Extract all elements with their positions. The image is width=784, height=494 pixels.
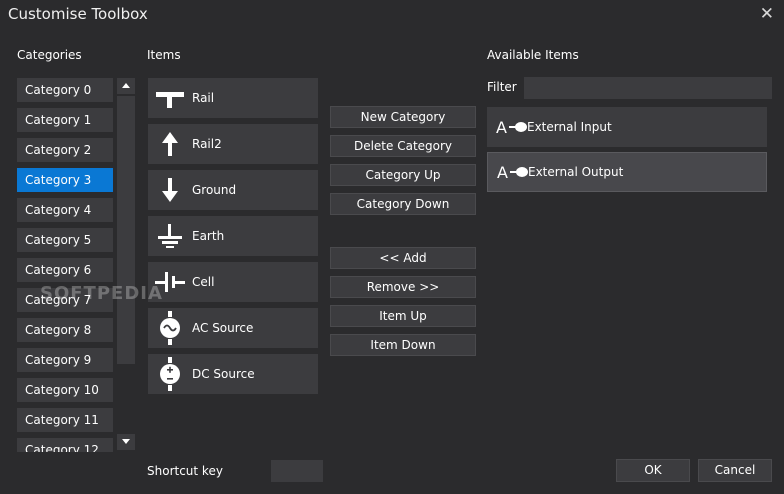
- category-item-3[interactable]: Category 3: [17, 168, 113, 192]
- category-up-button[interactable]: Category Up: [330, 164, 476, 186]
- category-down-button[interactable]: Category Down: [330, 193, 476, 215]
- available-item-external-input[interactable]: A External Input: [487, 107, 767, 147]
- cell-icon: [148, 262, 192, 302]
- item-tile-cell[interactable]: Cell: [148, 262, 318, 302]
- categories-list[interactable]: Category 0 Category 1 Category 2 Categor…: [17, 78, 113, 452]
- category-item-8[interactable]: Category 8: [17, 318, 113, 342]
- earth-icon: [148, 216, 192, 256]
- categories-scrollbar[interactable]: [117, 78, 135, 452]
- triangle-up-icon: [122, 83, 130, 88]
- category-item-9[interactable]: Category 9: [17, 348, 113, 372]
- category-item-2[interactable]: Category 2: [17, 138, 113, 162]
- category-item-12[interactable]: Category 12: [17, 438, 113, 452]
- item-label: Earth: [192, 229, 225, 243]
- shortcut-key-label: Shortcut key: [147, 464, 223, 478]
- item-label: DC Source: [192, 367, 255, 381]
- dc-source-icon: [148, 354, 192, 394]
- category-item-1[interactable]: Category 1: [17, 108, 113, 132]
- item-tile-ac-source[interactable]: AC Source: [148, 308, 318, 348]
- category-item-0[interactable]: Category 0: [17, 78, 113, 102]
- category-item-7[interactable]: Category 7: [17, 288, 113, 312]
- arrow-down-icon: [148, 170, 192, 210]
- item-label: Cell: [192, 275, 215, 289]
- item-tile-rail2[interactable]: Rail2: [148, 124, 318, 164]
- category-item-11[interactable]: Category 11: [17, 408, 113, 432]
- filter-label: Filter: [487, 80, 517, 94]
- arrow-up-icon: [148, 124, 192, 164]
- delete-category-button[interactable]: Delete Category: [330, 135, 476, 157]
- item-tile-earth[interactable]: Earth: [148, 216, 318, 256]
- add-button[interactable]: << Add: [330, 247, 476, 269]
- available-item-external-output[interactable]: A External Output: [487, 152, 767, 192]
- category-item-6[interactable]: Category 6: [17, 258, 113, 282]
- item-tile-rail[interactable]: Rail: [148, 78, 318, 118]
- item-down-button[interactable]: Item Down: [330, 334, 476, 356]
- scroll-track[interactable]: [117, 96, 135, 444]
- item-up-button[interactable]: Item Up: [330, 305, 476, 327]
- filter-input[interactable]: [524, 77, 772, 99]
- items-heading: Items: [147, 48, 181, 62]
- item-tile-dc-source[interactable]: DC Source: [148, 354, 318, 394]
- item-label: Rail: [192, 91, 215, 105]
- scroll-down-button[interactable]: [117, 434, 135, 450]
- item-tile-ground[interactable]: Ground: [148, 170, 318, 210]
- category-item-10[interactable]: Category 10: [17, 378, 113, 402]
- port-glyph: A: [496, 117, 507, 137]
- categories-heading: Categories: [17, 48, 82, 62]
- ac-source-icon: [148, 308, 192, 348]
- scroll-thumb[interactable]: [117, 96, 135, 364]
- category-item-5[interactable]: Category 5: [17, 228, 113, 252]
- ok-button[interactable]: OK: [616, 459, 690, 482]
- external-port-icon: A: [488, 152, 532, 192]
- available-item-label: External Output: [528, 165, 624, 179]
- port-glyph: A: [497, 162, 508, 182]
- close-icon[interactable]: ✕: [760, 4, 774, 24]
- item-label: Rail2: [192, 137, 222, 151]
- dialog-title: Customise Toolbox: [8, 5, 148, 23]
- remove-button[interactable]: Remove >>: [330, 276, 476, 298]
- available-items-heading: Available Items: [487, 48, 579, 62]
- shortcut-key-input[interactable]: [271, 460, 323, 482]
- cancel-button[interactable]: Cancel: [698, 459, 772, 482]
- item-label: AC Source: [192, 321, 254, 335]
- external-port-icon: A: [487, 107, 531, 147]
- item-label: Ground: [192, 183, 237, 197]
- available-item-label: External Input: [527, 120, 612, 134]
- rail-icon: [148, 78, 192, 118]
- new-category-button[interactable]: New Category: [330, 106, 476, 128]
- scroll-up-button[interactable]: [117, 78, 135, 94]
- triangle-down-icon: [122, 439, 130, 444]
- category-item-4[interactable]: Category 4: [17, 198, 113, 222]
